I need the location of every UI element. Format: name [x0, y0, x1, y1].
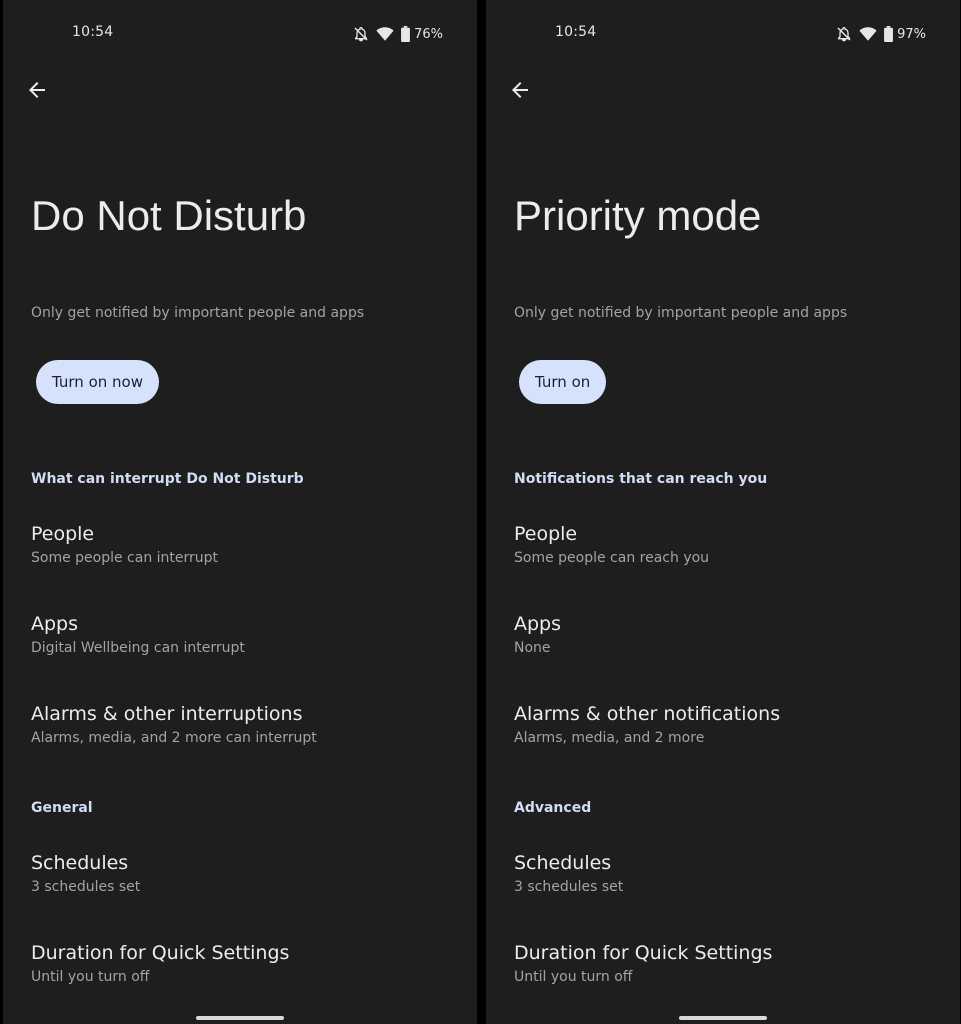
setting-item-duration[interactable]: Duration for Quick Settings Until you tu…: [514, 941, 934, 1001]
bell-off-icon: [353, 26, 369, 42]
setting-title: Apps: [31, 613, 79, 635]
setting-title: Duration for Quick Settings: [31, 942, 290, 964]
setting-item-people[interactable]: People Some people can interrupt: [31, 522, 451, 582]
turn-on-button[interactable]: Turn on: [519, 360, 607, 404]
page-description: Only get notified by important people an…: [514, 305, 848, 321]
setting-subtitle: Some people can reach you: [514, 550, 710, 566]
setting-subtitle: 3 schedules set: [31, 879, 141, 895]
setting-subtitle: Until you turn off: [514, 969, 633, 985]
battery-percentage: 76%: [414, 26, 443, 42]
arrow-left-icon: [508, 78, 532, 106]
setting-item-duration[interactable]: Duration for Quick Settings Until you tu…: [31, 941, 451, 1001]
setting-item-alarms[interactable]: Alarms & other interruptions Alarms, med…: [31, 702, 451, 762]
setting-item-people[interactable]: People Some people can reach you: [514, 522, 934, 582]
setting-item-schedules[interactable]: Schedules 3 schedules set: [31, 851, 451, 911]
setting-title: Schedules: [514, 852, 612, 874]
status-icons: 97%: [836, 24, 926, 44]
setting-title: Alarms & other interruptions: [31, 703, 303, 725]
setting-title: Duration for Quick Settings: [514, 942, 773, 964]
comparison-stage: 10:54 76% Do Not Disturb Only get notifi…: [0, 0, 961, 1024]
setting-item-apps[interactable]: Apps None: [514, 612, 934, 672]
section-header-advanced: Advanced: [514, 800, 592, 816]
setting-title: Apps: [514, 613, 562, 635]
navigation-handle[interactable]: [679, 1016, 767, 1020]
setting-subtitle: 3 schedules set: [514, 879, 624, 895]
bell-off-icon: [836, 26, 852, 42]
navigation-handle[interactable]: [196, 1016, 284, 1020]
status-bar: 10:54: [3, 22, 477, 46]
setting-item-alarms[interactable]: Alarms & other notifications Alarms, med…: [514, 702, 934, 762]
setting-item-schedules[interactable]: Schedules 3 schedules set: [514, 851, 934, 911]
battery-icon: [401, 26, 411, 42]
back-button[interactable]: [506, 78, 534, 106]
setting-subtitle: Alarms, media, and 2 more: [514, 730, 705, 746]
wifi-icon: [376, 26, 394, 42]
page-title: Do Not Disturb: [31, 192, 307, 239]
page-title: Priority mode: [514, 192, 762, 239]
setting-title: People: [514, 523, 578, 545]
back-button[interactable]: [23, 78, 51, 106]
setting-subtitle: Alarms, media, and 2 more can interrupt: [31, 730, 317, 746]
status-time: 10:54: [72, 24, 114, 40]
turn-on-now-button[interactable]: Turn on now: [36, 360, 159, 404]
setting-subtitle: Until you turn off: [31, 969, 150, 985]
section-header-interruptions: What can interrupt Do Not Disturb: [31, 471, 304, 487]
setting-title: Schedules: [31, 852, 129, 874]
setting-subtitle: None: [514, 640, 551, 656]
phone-screen-priority-mode: 10:54 97% Priority mode Only get notifie…: [486, 0, 960, 1024]
battery-icon: [884, 26, 894, 42]
status-time: 10:54: [555, 24, 597, 40]
setting-title: People: [31, 523, 95, 545]
status-bar: 10:54: [486, 22, 960, 46]
status-icons: 76%: [353, 24, 443, 44]
section-header-notifications: Notifications that can reach you: [514, 471, 768, 487]
arrow-left-icon: [25, 78, 49, 106]
battery-percentage: 97%: [897, 26, 926, 42]
wifi-icon: [859, 26, 877, 42]
setting-subtitle: Digital Wellbeing can interrupt: [31, 640, 245, 656]
setting-subtitle: Some people can interrupt: [31, 550, 219, 566]
setting-title: Alarms & other notifications: [514, 703, 781, 725]
setting-item-apps[interactable]: Apps Digital Wellbeing can interrupt: [31, 612, 451, 672]
section-header-general: General: [31, 800, 93, 816]
phone-screen-do-not-disturb: 10:54 76% Do Not Disturb Only get notifi…: [3, 0, 477, 1024]
page-description: Only get notified by important people an…: [31, 305, 365, 321]
